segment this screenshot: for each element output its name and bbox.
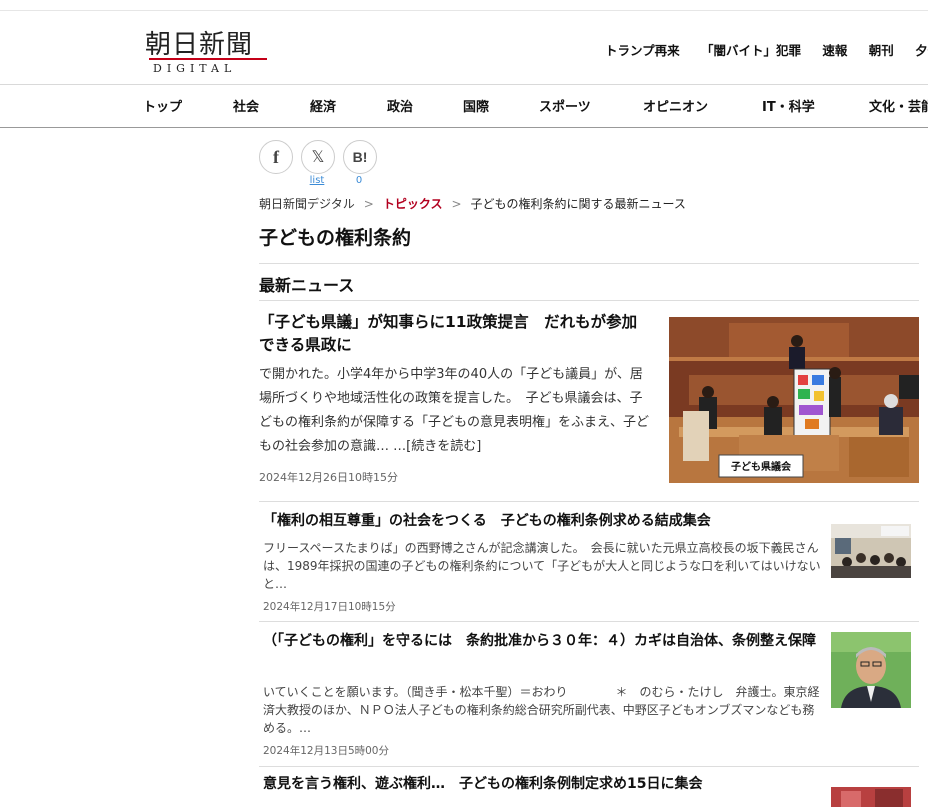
nav-item-economy[interactable]: 経済 xyxy=(310,96,387,115)
nav-item-society[interactable]: 社会 xyxy=(233,96,310,115)
breadcrumb-home[interactable]: 朝日新聞デジタル xyxy=(259,197,355,211)
article-title[interactable]: （「子どもの権利」を守るには 条約批准から３０年：４）カギは自治体、条例整え保障 xyxy=(263,630,823,652)
divider xyxy=(259,300,919,301)
breadcrumb-current: 子どもの権利条約に関する最新ニュース xyxy=(470,197,686,211)
top-link-trump[interactable]: トランプ再来 xyxy=(605,43,680,58)
top-links: トランプ再来 「闇バイト」犯罪 速報 朝刊 夕刊 xyxy=(605,40,928,59)
featured-article[interactable]: 「子ども県議」が知事らに11政策提言 だれもが参加できる県政に で開かれた。小学… xyxy=(259,311,919,497)
divider xyxy=(259,766,919,767)
article-snippet: フリースペースたまりば」の西野博之さんが記念講演した。 会長に就いた元県立高校長… xyxy=(263,541,821,591)
x-icon: 𝕏 xyxy=(311,149,325,166)
article-date: 2024年12月13日5時00分 xyxy=(263,745,389,757)
facebook-icon: f xyxy=(273,146,279,167)
hatena-count[interactable]: 0 xyxy=(343,175,375,186)
nav-item-opinion[interactable]: オピニオン xyxy=(643,96,762,115)
nav-item-sports[interactable]: スポーツ xyxy=(539,96,643,115)
hatena-bookmark-icon: B! xyxy=(352,149,368,165)
logo-digital-text: DIGITAL xyxy=(153,62,237,75)
article-title[interactable]: 意見を言う権利、遊ぶ権利… 子どもの権利条例制定求め15日に集会 xyxy=(263,773,823,795)
article-snippet: で開かれた。小学4年から中学3年の40人の「子ども議員」が、居場所づくりや地域活… xyxy=(259,363,649,459)
assembly-photo-illustration: 子ども県議会 xyxy=(669,317,919,483)
facebook-share-button[interactable]: f xyxy=(259,140,293,174)
article-title[interactable]: 「権利の相互尊重」の社会をつくる 子どもの権利条例求める結成集会 xyxy=(263,510,823,532)
photo-sign-text: 子ども県議会 xyxy=(731,460,791,473)
article-title[interactable]: 「子ども県議」が知事らに11政策提言 だれもが参加できる県政に xyxy=(259,311,649,357)
nav-divider xyxy=(0,127,928,128)
breadcrumb-separator: > xyxy=(363,197,374,211)
header-divider xyxy=(0,84,928,85)
article-snippet: いていくことを願います。（聞き手・松本千聖）＝おわり ＊ のむら・たけし 弁護士… xyxy=(263,685,820,735)
top-link-morning[interactable]: 朝刊 xyxy=(869,43,894,58)
article-date: 2024年12月26日10時15分 xyxy=(259,471,398,484)
global-nav: トップ 社会 経済 政治 国際 スポーツ オピニオン IT・科学 文化・芸能 xyxy=(143,96,928,115)
breadcrumb-separator: > xyxy=(451,197,462,211)
article-thumbnail[interactable] xyxy=(831,524,911,578)
nav-item-culture[interactable]: 文化・芸能 xyxy=(869,96,928,115)
nav-item-international[interactable]: 国際 xyxy=(463,96,539,115)
meeting-photo-illustration xyxy=(831,524,911,578)
portrait-photo-illustration xyxy=(831,632,911,708)
article-thumbnail[interactable] xyxy=(831,787,911,807)
article-thumbnail[interactable] xyxy=(831,632,911,708)
nav-item-it-science[interactable]: IT・科学 xyxy=(762,96,869,115)
nav-item-politics[interactable]: 政治 xyxy=(387,96,463,115)
breadcrumb-topics[interactable]: トピックス xyxy=(383,197,443,211)
logo-wordmark: 朝日新聞 xyxy=(145,30,254,60)
nav-item-top[interactable]: トップ xyxy=(143,96,233,115)
read-more-link[interactable]: …[続きを読む] xyxy=(393,439,481,454)
top-link-yami-baito[interactable]: 「闇バイト」犯罪 xyxy=(701,43,801,58)
top-link-breaking[interactable]: 速報 xyxy=(822,43,847,58)
top-link-evening[interactable]: 夕刊 xyxy=(915,43,928,58)
site-logo[interactable]: 朝日新聞 DIGITAL xyxy=(145,24,273,75)
divider xyxy=(259,621,919,622)
top-divider xyxy=(0,10,928,11)
hatena-bookmark-button[interactable]: B! xyxy=(343,140,377,174)
section-title: 最新ニュース xyxy=(259,276,355,295)
logo-rule xyxy=(149,58,267,60)
x-list-link[interactable]: list xyxy=(301,175,333,186)
thumbnail-illustration xyxy=(831,787,911,807)
divider xyxy=(259,501,919,502)
divider xyxy=(259,263,919,264)
breadcrumb: 朝日新聞デジタル > トピックス > 子どもの権利条約に関する最新ニュース xyxy=(259,195,686,212)
x-share-button[interactable]: 𝕏 xyxy=(301,140,335,174)
article-date: 2024年12月17日10時15分 xyxy=(263,601,396,613)
page-title: 子どもの権利条約 xyxy=(259,227,412,249)
article-photo[interactable]: 子ども県議会 xyxy=(669,317,919,483)
